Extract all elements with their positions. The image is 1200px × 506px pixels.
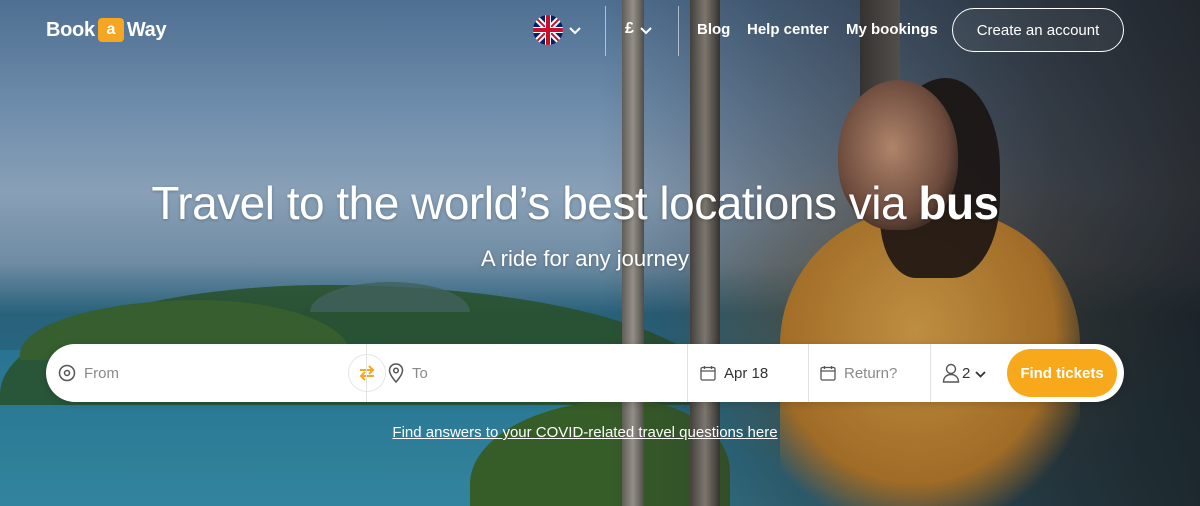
find-tickets-button[interactable]: Find tickets bbox=[1007, 349, 1117, 397]
create-account-button[interactable]: Create an account bbox=[952, 8, 1124, 52]
to-input[interactable]: To bbox=[412, 365, 428, 382]
bookaway-logo[interactable]: Book a Way bbox=[46, 18, 167, 42]
person-icon bbox=[942, 363, 960, 383]
return-date-placeholder: Return? bbox=[844, 364, 898, 382]
divider bbox=[678, 6, 679, 56]
depart-date-value: Apr 18 bbox=[724, 364, 769, 382]
currency-selector[interactable]: £ bbox=[625, 20, 634, 38]
search-bar: From To Apr 18 Return? 2 Find tickets bbox=[46, 344, 1124, 402]
uk-flag-icon[interactable] bbox=[533, 15, 563, 45]
chevron-down-icon bbox=[975, 365, 986, 382]
divider bbox=[605, 6, 606, 56]
nav-link-my-bookings[interactable]: My bookings bbox=[846, 21, 938, 38]
passenger-selector[interactable]: 2 bbox=[942, 344, 1000, 402]
from-field[interactable]: From bbox=[58, 344, 348, 402]
calendar-icon bbox=[820, 365, 836, 381]
passenger-count: 2 bbox=[962, 364, 971, 382]
hero-headline: Travel to the world’s best locations via… bbox=[151, 177, 999, 229]
from-input[interactable]: From bbox=[84, 365, 119, 382]
covid-info-link[interactable]: Find answers to your COVID-related trave… bbox=[0, 424, 1170, 441]
nav-link-blog[interactable]: Blog bbox=[697, 21, 730, 38]
return-date-field[interactable]: Return? bbox=[820, 344, 930, 402]
swap-icon bbox=[359, 365, 375, 381]
hero-section: Book a Way £ Blog Help center My booking… bbox=[0, 0, 1200, 506]
location-pin-icon bbox=[388, 363, 404, 383]
calendar-icon bbox=[700, 365, 716, 381]
nav-link-help-center[interactable]: Help center bbox=[747, 21, 829, 38]
origin-icon bbox=[58, 364, 76, 382]
swap-locations-button[interactable] bbox=[348, 354, 386, 392]
top-nav: Book a Way £ Blog Help center My booking… bbox=[0, 0, 1200, 62]
to-field[interactable]: To bbox=[388, 344, 688, 402]
chevron-down-icon[interactable] bbox=[640, 24, 652, 38]
chevron-down-icon[interactable] bbox=[569, 24, 581, 38]
hero-subheadline: A ride for any journey bbox=[481, 246, 689, 271]
depart-date-field[interactable]: Apr 18 bbox=[700, 344, 810, 402]
